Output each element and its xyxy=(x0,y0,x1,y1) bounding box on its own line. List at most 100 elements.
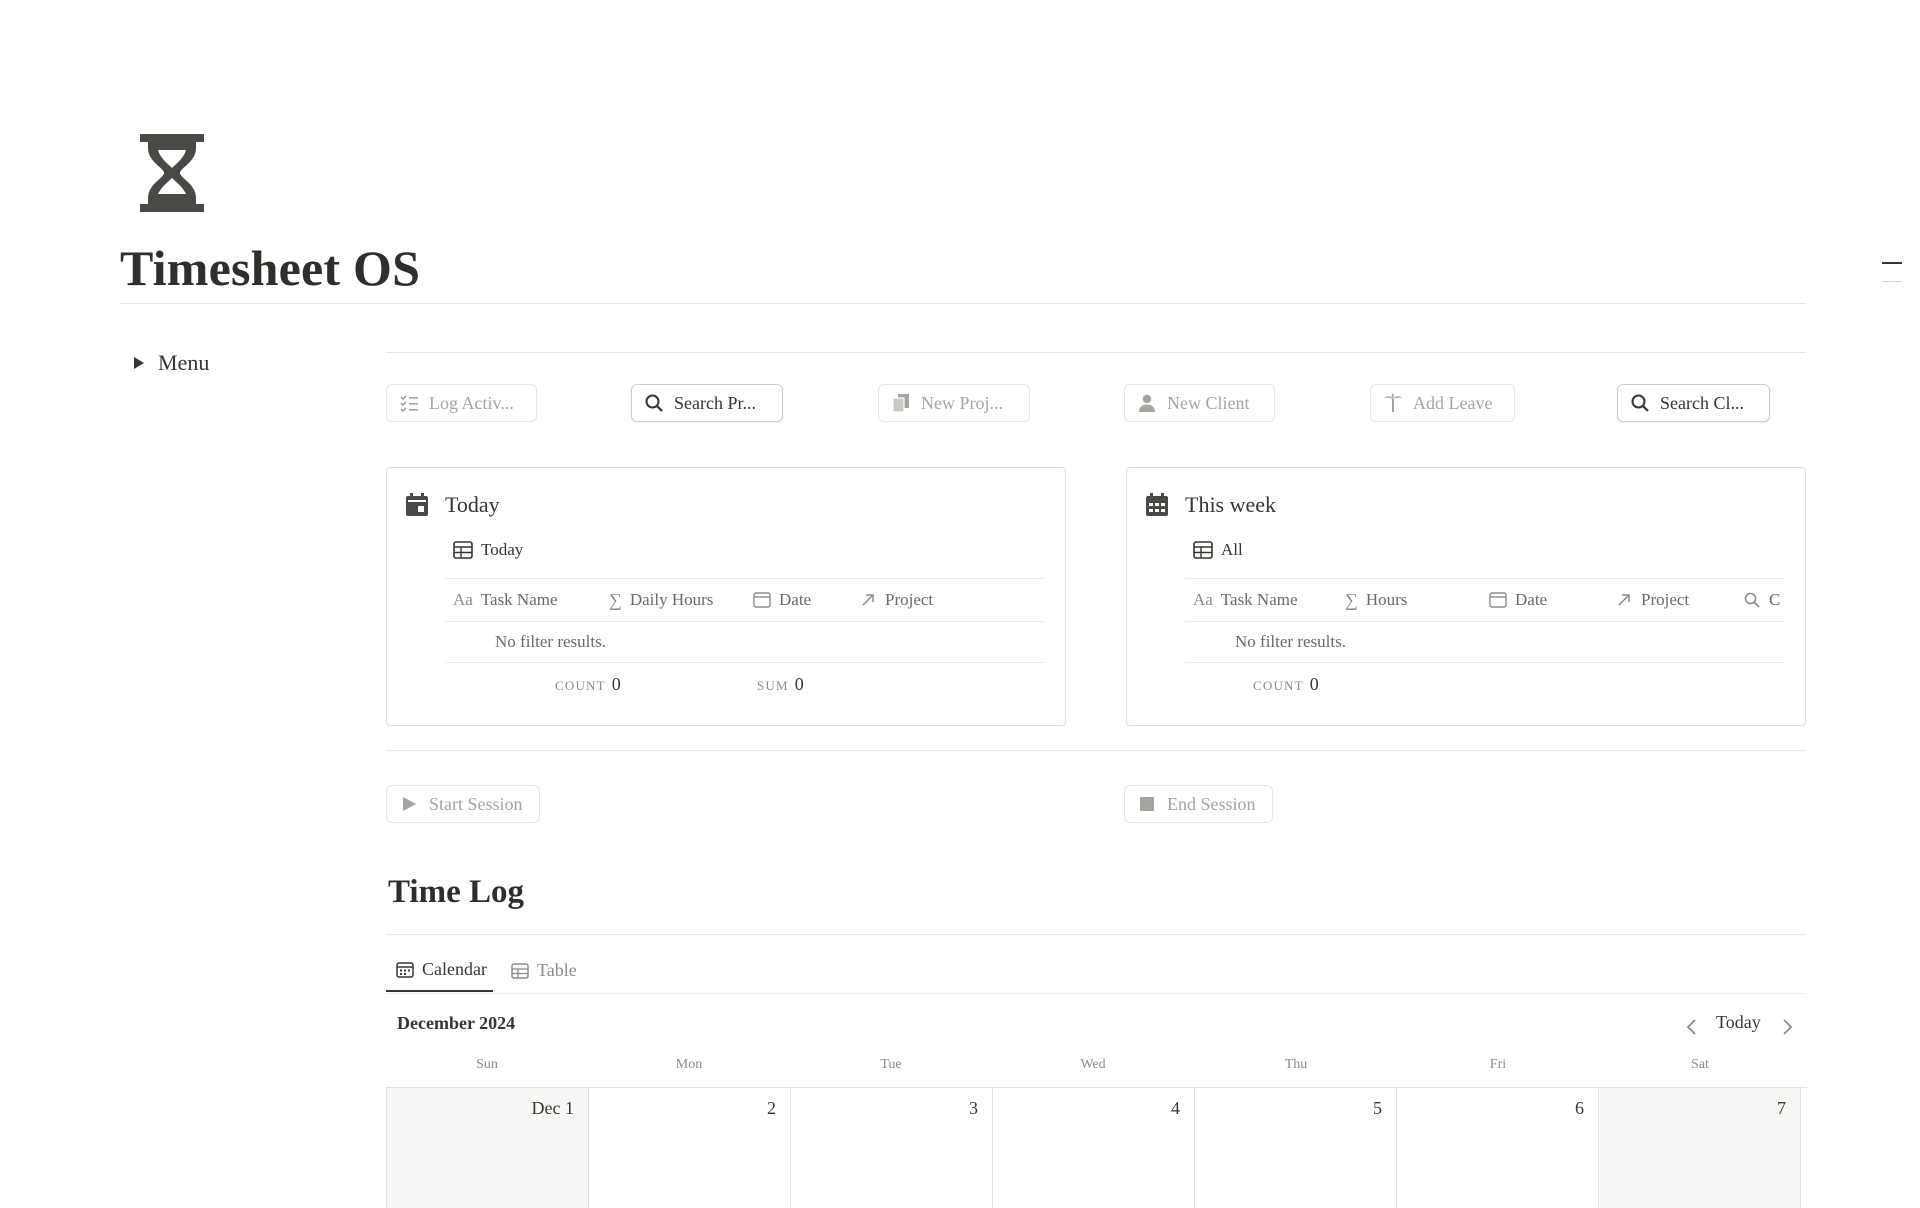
weekday-mon: Mon xyxy=(675,1057,703,1072)
relation-arrow-icon xyxy=(862,594,874,606)
weekday-sun: Sun xyxy=(476,1057,498,1072)
calendar-day[interactable]: 4 xyxy=(993,1088,1195,1208)
calendar-icon xyxy=(753,592,771,608)
start-session-button[interactable]: Start Session xyxy=(386,785,540,823)
new-client-button[interactable]: New Client xyxy=(1124,384,1275,422)
chevron-right-icon[interactable] xyxy=(1777,1017,1797,1037)
empty-state: No filter results. xyxy=(495,632,606,651)
column-lookup[interactable]: C xyxy=(1743,579,1780,621)
button-label: New Proj... xyxy=(921,392,1003,413)
weekday-fri: Fri xyxy=(1489,1057,1507,1072)
chevron-left-icon[interactable] xyxy=(1682,1017,1702,1037)
view-tab-today[interactable]: Today xyxy=(453,540,523,560)
heading-divider xyxy=(386,934,1806,935)
section-divider xyxy=(386,352,1806,353)
calendar-day[interactable]: 5 xyxy=(1195,1088,1397,1208)
calendar-grid: Dec 1 2 3 4 5 6 7 xyxy=(386,1087,1807,1208)
calendar-icon xyxy=(406,493,428,516)
page-title: Timesheet OS xyxy=(120,240,421,296)
new-project-button[interactable]: New Proj... xyxy=(878,384,1030,422)
button-label: Search Pr... xyxy=(674,392,756,413)
column-label: Daily Hours xyxy=(629,590,714,609)
calendar-day[interactable]: 7 xyxy=(1599,1088,1801,1208)
tab-label: Table xyxy=(536,960,577,980)
person-icon xyxy=(1139,394,1155,412)
day-number: 3 xyxy=(969,1098,978,1118)
column-label: Date xyxy=(1515,590,1548,609)
empty-state: No filter results. xyxy=(1235,632,1346,651)
add-leave-button[interactable]: Add Leave xyxy=(1370,384,1515,422)
day-number: 2 xyxy=(767,1098,776,1118)
count-calculation[interactable]: COUNT 0 xyxy=(1253,674,1319,695)
table-footer-rule xyxy=(445,662,1045,663)
calc-label: COUNT xyxy=(1253,678,1304,693)
button-label: Start Session xyxy=(429,793,523,814)
calendar-day[interactable]: 2 xyxy=(589,1088,791,1208)
menu-toggle[interactable]: Menu xyxy=(130,350,209,376)
tab-table[interactable]: Table xyxy=(501,955,583,992)
view-tab-label: All xyxy=(1221,540,1243,559)
column-label: Project xyxy=(1641,590,1690,609)
day-number: 7 xyxy=(1777,1098,1786,1118)
today-button[interactable]: Today xyxy=(1716,1012,1761,1033)
column-project[interactable]: Project xyxy=(859,579,933,621)
day-number: 5 xyxy=(1373,1098,1382,1118)
column-date[interactable]: Date xyxy=(1489,579,1547,621)
calendar-icon xyxy=(396,961,414,978)
day-number: 6 xyxy=(1575,1098,1584,1118)
button-label: New Client xyxy=(1167,392,1250,413)
tab-calendar[interactable]: Calendar xyxy=(386,955,493,992)
column-date[interactable]: Date xyxy=(753,579,811,621)
weekday-thu: Thu xyxy=(1284,1057,1308,1072)
triangle-right-icon[interactable] xyxy=(134,357,144,369)
column-label: Hours xyxy=(1365,590,1408,609)
calc-value: 0 xyxy=(1309,674,1319,694)
sigma-icon: ∑ xyxy=(1345,589,1358,610)
card-title: This week xyxy=(1185,492,1277,517)
day-number: 4 xyxy=(1171,1098,1180,1118)
calendar-icon xyxy=(1489,592,1507,608)
calendar-day[interactable]: 3 xyxy=(791,1088,993,1208)
view-tabs: Calendar Table xyxy=(386,955,583,992)
text-type-icon: Aa xyxy=(1193,590,1213,609)
table-header: Aa Task Name ∑ Hours Date Project C xyxy=(1185,578,1785,622)
column-daily-hours[interactable]: ∑ Daily Hours xyxy=(609,579,713,621)
table-header: Aa Task Name ∑ Daily Hours Date Project xyxy=(445,578,1045,622)
title-divider xyxy=(120,303,1806,304)
calc-value: 0 xyxy=(794,674,804,694)
calendar-day[interactable]: Dec 1 xyxy=(387,1088,589,1208)
relation-arrow-icon xyxy=(1618,594,1630,606)
table-icon xyxy=(453,541,473,559)
card-title: Today xyxy=(445,492,500,517)
sigma-icon: ∑ xyxy=(609,589,622,610)
calc-value: 0 xyxy=(611,674,621,694)
today-card: Today Today Aa Task Name ∑ Daily Hours D… xyxy=(386,467,1066,726)
checklist-icon xyxy=(400,395,418,413)
view-tab-all[interactable]: All xyxy=(1193,540,1243,560)
count-calculation[interactable]: COUNT 0 xyxy=(555,674,621,695)
column-project[interactable]: Project xyxy=(1615,579,1689,621)
card-header: This week xyxy=(1145,492,1276,518)
outline-marker[interactable] xyxy=(1882,262,1902,264)
search-clients-button[interactable]: Search Cl... xyxy=(1617,384,1770,422)
column-label: Task Name xyxy=(1220,590,1298,609)
log-activity-button[interactable]: Log Activ... xyxy=(386,384,537,422)
column-task-name[interactable]: Aa Task Name xyxy=(1193,579,1298,621)
column-label: Date xyxy=(779,590,812,609)
weekday-tue: Tue xyxy=(880,1057,902,1072)
table-footer-rule xyxy=(1185,662,1785,663)
time-log-heading: Time Log xyxy=(388,874,524,910)
outline-marker[interactable] xyxy=(1882,281,1902,282)
column-label: C xyxy=(1769,590,1781,609)
search-icon xyxy=(645,394,663,412)
end-session-button[interactable]: End Session xyxy=(1124,785,1273,823)
column-task-name[interactable]: Aa Task Name xyxy=(453,579,558,621)
sum-calculation[interactable]: SUM 0 xyxy=(757,674,804,695)
weekday-sat: Sat xyxy=(1691,1057,1709,1072)
calc-label: SUM xyxy=(757,678,789,693)
calendar-day[interactable]: 6 xyxy=(1397,1088,1599,1208)
column-hours[interactable]: ∑ Hours xyxy=(1345,579,1407,621)
stop-icon xyxy=(1140,797,1154,811)
search-projects-button[interactable]: Search Pr... xyxy=(631,384,783,422)
button-label: End Session xyxy=(1167,793,1256,814)
